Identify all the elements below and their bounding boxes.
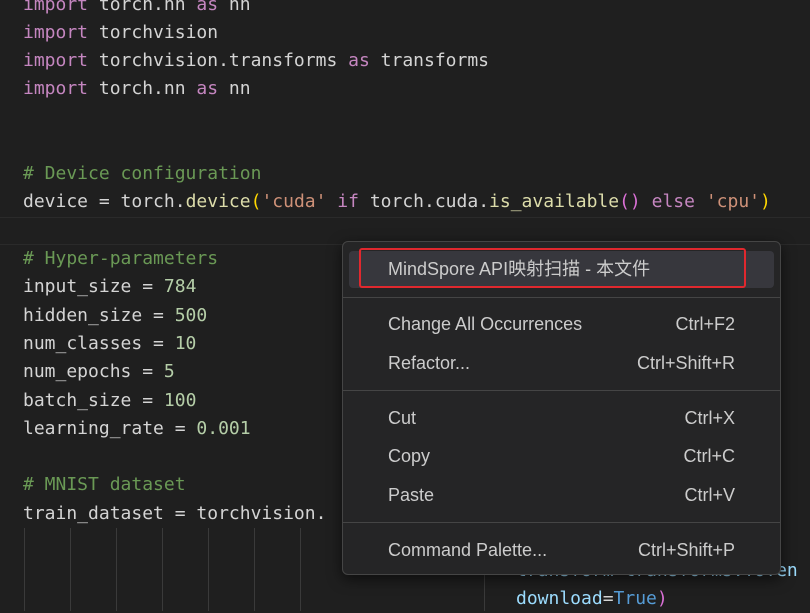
string-cuda: 'cuda'	[261, 191, 327, 212]
indent-guide	[208, 528, 209, 611]
bool-true: True	[613, 588, 657, 609]
menu-item-copy[interactable]: Copy Ctrl+C	[349, 438, 774, 475]
function-call: device	[185, 191, 251, 212]
variable-assignment: input_size =	[23, 276, 164, 297]
string-cpu: 'cpu'	[705, 191, 760, 212]
variable-assignment: hidden_size =	[23, 305, 175, 326]
menu-item-shortcut: Ctrl+V	[684, 485, 735, 505]
menu-item-label: Cut	[388, 408, 417, 428]
number-literal: 10	[174, 333, 197, 354]
keyword-as: as	[196, 78, 219, 99]
code-line-learning-rate[interactable]: learning_rate = 0.001	[23, 415, 251, 443]
comment-hyper-parameters[interactable]: # Hyper-parameters	[23, 245, 218, 273]
indent-guide	[24, 528, 25, 611]
indent-guide	[70, 528, 71, 611]
indent-guide	[254, 528, 255, 611]
number-literal: 0.001	[196, 418, 251, 439]
variable-assignment: num_classes =	[23, 333, 175, 354]
code-line-import-nn[interactable]: import torch.nn as nn	[23, 0, 251, 19]
indent-guide	[116, 528, 117, 611]
code-line-hidden-size[interactable]: hidden_size = 500	[23, 302, 207, 330]
keyword-import: import	[23, 22, 89, 43]
close-paren: )	[656, 588, 668, 609]
code-line-num-epochs[interactable]: num_epochs = 5	[23, 358, 175, 386]
menu-item-label: Copy	[388, 446, 431, 466]
code-line-input-size[interactable]: input_size = 784	[23, 273, 196, 301]
keyword-import: import	[23, 50, 89, 71]
variable-assignment: num_epochs =	[23, 361, 164, 382]
module-name: torchvision	[88, 22, 219, 43]
comment-mnist-dataset[interactable]: # MNIST dataset	[23, 471, 186, 499]
call-parens: ()	[619, 191, 641, 212]
module-alias: nn	[218, 78, 251, 99]
device-assignment: device = torch.	[23, 191, 186, 212]
menu-separator	[343, 297, 780, 298]
menu-item-label: Paste	[388, 485, 435, 505]
highlight-annotation-box	[359, 248, 746, 288]
context-menu: MindSpore API映射扫描 - 本文件 Change All Occur…	[342, 241, 781, 575]
close-paren: )	[760, 191, 771, 212]
number-literal: 100	[163, 390, 197, 411]
number-literal: 500	[174, 305, 208, 326]
menu-item-paste[interactable]: Paste Ctrl+V	[349, 477, 774, 514]
keyword-as: as	[196, 0, 219, 15]
menu-item-shortcut: Ctrl+C	[683, 446, 735, 466]
keyword-if: if	[326, 191, 370, 212]
code-line-num-classes[interactable]: num_classes = 10	[23, 330, 196, 358]
variable-assignment: batch_size =	[23, 390, 164, 411]
menu-item-shortcut: Ctrl+Shift+R	[636, 353, 735, 373]
indent-guide	[162, 528, 163, 611]
keyword-else: else	[640, 191, 706, 212]
code-line-download[interactable]: download=True)	[516, 585, 668, 613]
open-paren: (	[250, 191, 262, 212]
code-line-import-torchvision[interactable]: import torchvision	[23, 19, 218, 47]
menu-item-command-palette[interactable]: Command Palette... Ctrl+Shift+P	[349, 532, 774, 569]
code-line-import-transforms[interactable]: import torchvision.transforms as transfo…	[23, 47, 489, 75]
param-download: download	[516, 588, 603, 609]
number-literal: 5	[163, 361, 175, 382]
code-line-import-nn-2[interactable]: import torch.nn as nn	[23, 75, 251, 103]
code-line-device[interactable]: device = torch.device('cuda' if torch.cu…	[23, 188, 771, 216]
menu-item-shortcut: Ctrl+Shift+P	[637, 540, 735, 560]
keyword-import: import	[23, 0, 89, 15]
number-literal: 784	[163, 276, 197, 297]
module-name: torch.nn	[88, 78, 197, 99]
menu-item-cut[interactable]: Cut Ctrl+X	[349, 400, 774, 437]
menu-item-label: Change All Occurrences	[388, 314, 583, 334]
indent-guide	[300, 528, 301, 611]
menu-separator	[343, 390, 780, 391]
keyword-import: import	[23, 78, 89, 99]
module-alias: transforms	[369, 50, 490, 71]
module-name: torchvision.transforms	[88, 50, 349, 71]
menu-item-label: Refactor...	[388, 353, 471, 373]
module-name: torch.nn	[88, 0, 197, 15]
code-line-train-dataset[interactable]: train_dataset = torchvision.	[23, 500, 326, 528]
menu-item-change-all-occurrences[interactable]: Change All Occurrences Ctrl+F2	[349, 306, 774, 343]
menu-separator	[343, 522, 780, 523]
menu-item-refactor[interactable]: Refactor... Ctrl+Shift+R	[349, 345, 774, 382]
comment-device-configuration[interactable]: # Device configuration	[23, 160, 261, 188]
variable-assignment: learning_rate =	[23, 418, 197, 439]
equals-sign: =	[602, 588, 614, 609]
code-line-batch-size[interactable]: batch_size = 100	[23, 387, 196, 415]
object-ref: torch.cuda.	[369, 191, 490, 212]
module-alias: nn	[218, 0, 251, 15]
menu-item-shortcut: Ctrl+X	[684, 408, 735, 428]
function-call: is_available	[489, 191, 620, 212]
keyword-as: as	[348, 50, 370, 71]
menu-item-label: Command Palette...	[388, 540, 548, 560]
menu-item-shortcut: Ctrl+F2	[675, 314, 735, 334]
